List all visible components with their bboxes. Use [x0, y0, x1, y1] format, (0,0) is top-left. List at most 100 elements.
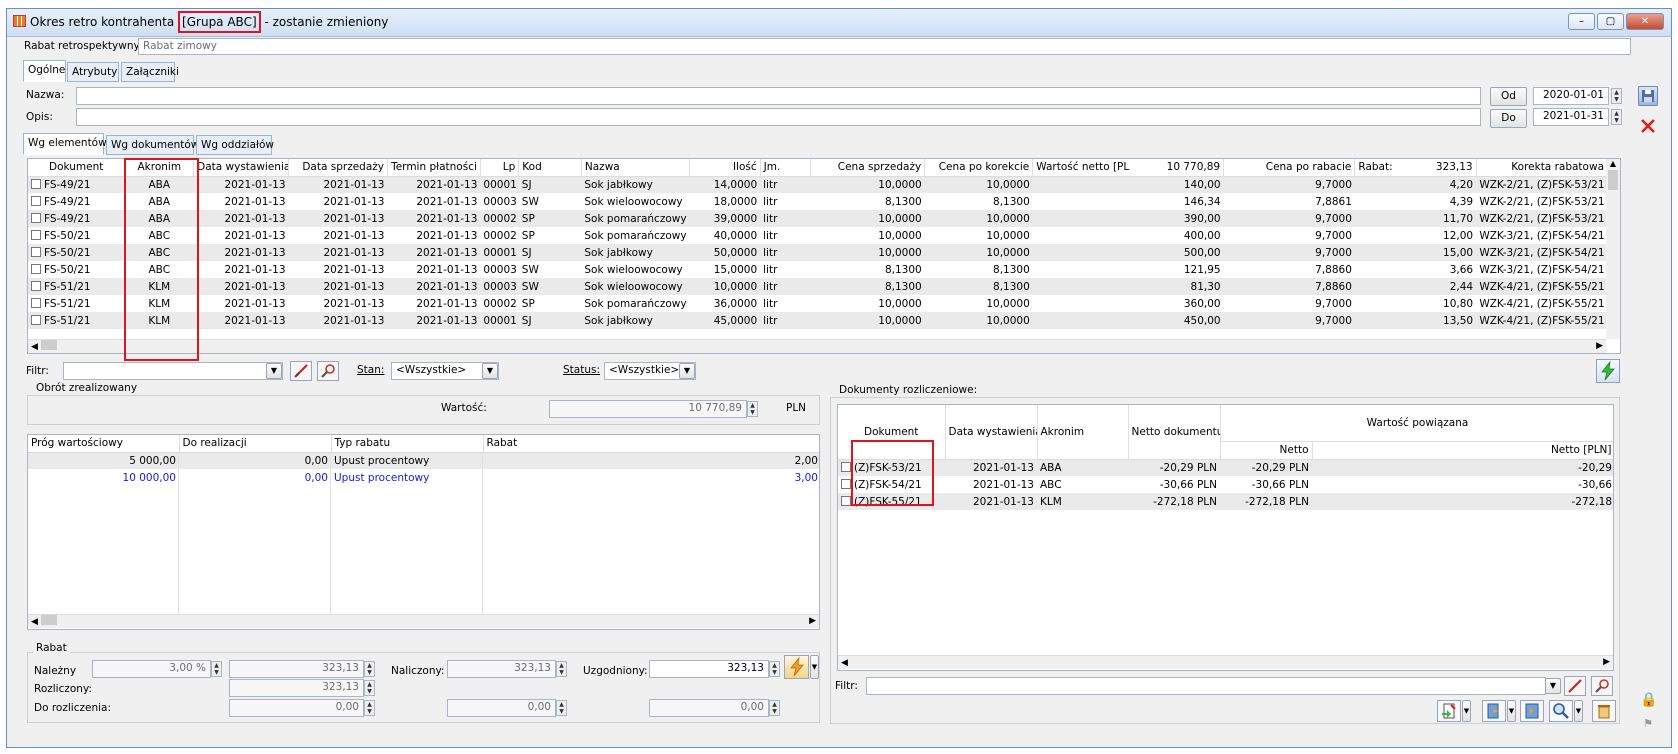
table-row[interactable]: 10 000,00 0,00 Upust procentowy 3,00 — [28, 469, 819, 486]
close-button[interactable]: ✕ — [1626, 13, 1664, 30]
row-checkbox[interactable] — [31, 246, 41, 257]
table-row[interactable]: FS-49/21 ABA 2021-01-13 2021-01-13 2021-01-1… — [28, 210, 1608, 227]
delete-x-icon[interactable] — [1638, 116, 1658, 136]
tab-atrybuty[interactable]: Atrybuty — [67, 62, 119, 82]
lightning-green-icon[interactable] — [1596, 359, 1620, 383]
naliczony-spinner[interactable]: ▲ ▼ — [556, 661, 567, 677]
magnifier-dropdown-icon[interactable]: ▼ — [1574, 700, 1583, 722]
table-row[interactable]: FS-49/21 ABA 2021-01-13 2021-01-13 2021-01-1… — [28, 193, 1608, 210]
scroll-thumb[interactable] — [1608, 170, 1618, 190]
col-rabat-pct[interactable]: Rabat — [483, 435, 819, 453]
progi-scroll-right-icon[interactable]: ▶ — [809, 616, 816, 626]
maximize-button[interactable]: ▢ — [1597, 13, 1624, 30]
table-row[interactable]: (Z)FSK-55/21 2021-01-13 KLM -272,18 PLN -272… — [838, 493, 1613, 510]
rozliczony-spinner[interactable]: ▲ ▼ — [364, 680, 375, 696]
table-row[interactable]: (Z)FSK-54/21 2021-01-13 ABC -30,66 PLN -30,6… — [838, 476, 1613, 493]
od-date-spinner[interactable]: ▲ ▼ — [1611, 88, 1622, 104]
col-nazwa[interactable]: Nazwa — [581, 159, 690, 177]
roz-filtr-input[interactable] — [866, 677, 1546, 695]
rozliczony-field[interactable]: 323,13 — [229, 679, 364, 697]
col-r-wartosc-powiazana[interactable]: Wartość powiązana — [1220, 405, 1613, 442]
col-cena-po-rabacie[interactable]: Cena po rabacie — [1223, 159, 1356, 177]
filter-builder-icon[interactable] — [317, 361, 339, 381]
scroll-left-icon[interactable]: ◀ — [28, 342, 38, 352]
col-do-realizacji[interactable]: Do realizacji — [179, 435, 332, 453]
progi-hscroll-thumb[interactable] — [41, 615, 58, 625]
filtr-dropdown-icon[interactable]: ▼ — [266, 363, 282, 379]
opis-input[interactable] — [76, 108, 1481, 126]
flag-icon[interactable]: ⚑ — [1640, 717, 1656, 733]
hscroll-thumb[interactable] — [41, 340, 58, 350]
col-data-wystawienia[interactable]: Data wystawienia — [193, 159, 290, 177]
col-data-sprzedazy[interactable]: Data sprzedaży — [288, 159, 388, 177]
elements-hscrollbar[interactable]: ◀ ▶ — [28, 339, 1606, 353]
enter-dropdown-icon[interactable]: ▼ — [1507, 700, 1516, 722]
uzgodniony-rest-field[interactable]: 0,00 — [649, 699, 769, 717]
table-row[interactable]: FS-49/21 ABA 2021-01-13 2021-01-13 2021-01-1… — [28, 176, 1608, 193]
col-r-netto[interactable]: Netto — [1220, 441, 1313, 460]
od-date-input[interactable]: 2020-01-01 — [1533, 87, 1609, 105]
table-row[interactable]: (Z)FSK-53/21 2021-01-13 ABA -20,29 PLN -20,2… — [838, 459, 1613, 476]
col-termin-platnosci[interactable]: Termin płatności — [387, 159, 481, 177]
lightning-orange-icon[interactable] — [784, 655, 809, 679]
row-checkbox[interactable] — [31, 178, 41, 189]
tab-wg-oddzialow[interactable]: Wg oddziałów — [196, 135, 274, 155]
filtr-input[interactable] — [63, 362, 283, 380]
save-icon[interactable] — [1638, 86, 1658, 106]
uzgodniony-rest-spinner[interactable]: ▲ ▼ — [769, 700, 780, 716]
tab-wg-elementow[interactable]: Wg elementów — [23, 133, 107, 155]
row-checkbox[interactable] — [841, 461, 851, 472]
row-checkbox[interactable] — [841, 478, 851, 489]
col-prog[interactable]: Próg wartościowy — [28, 435, 180, 453]
status-dropdown-icon[interactable]: ▼ — [679, 363, 695, 379]
col-wartosc-netto[interactable]: Wartość netto [PLN]: — [1032, 159, 1130, 177]
col-korekta-rabatowa[interactable]: Korekta rabatowa — [1476, 159, 1609, 177]
rabat-field[interactable]: Rabat zimowy — [138, 38, 1631, 55]
row-checkbox[interactable] — [31, 263, 41, 274]
nalezny-pct-field[interactable]: 3,00 % — [92, 660, 211, 678]
uzgodniony-field[interactable]: 323,13 — [649, 660, 769, 678]
scroll-right-icon[interactable]: ▶ — [1596, 341, 1603, 351]
magnifier-icon[interactable] — [1549, 700, 1573, 722]
col-kod[interactable]: Kod — [518, 159, 582, 177]
table-row[interactable]: FS-51/21 KLM 2021-01-13 2021-01-13 2021-01-1… — [28, 295, 1608, 312]
do-date-spinner[interactable]: ▲ ▼ — [1611, 109, 1622, 125]
table-row[interactable]: FS-50/21 ABC 2021-01-13 2021-01-13 2021-01-1… — [28, 227, 1608, 244]
nalezny-pct-spinner[interactable]: ▲ ▼ — [211, 661, 222, 677]
tab-ogolne[interactable]: Ogólne — [23, 60, 66, 82]
row-checkbox[interactable] — [31, 195, 41, 206]
col-typ-rabatu[interactable]: Typ rabatu — [331, 435, 484, 453]
roz-filtr-dropdown-icon[interactable]: ▼ — [1545, 678, 1561, 694]
stan-dropdown-icon[interactable]: ▼ — [482, 363, 498, 379]
do-date-input[interactable]: 2021-01-31 — [1533, 108, 1609, 126]
do-button[interactable]: Do — [1490, 109, 1527, 128]
col-cena-po-korekcie[interactable]: Cena po korekcie — [924, 159, 1034, 177]
col-r-netto-dokumentu[interactable]: Netto dokumentu — [1128, 405, 1221, 460]
table-row[interactable]: FS-51/21 KLM 2021-01-13 2021-01-13 2021-01-1… — [28, 278, 1608, 295]
roz-clear-filter-icon[interactable] — [1564, 676, 1586, 696]
naliczony-rest-field[interactable]: 0,00 — [447, 699, 556, 717]
lock-icon[interactable]: 🔒 — [1640, 692, 1657, 712]
row-checkbox[interactable] — [841, 495, 851, 506]
row-checkbox[interactable] — [31, 280, 41, 291]
row-checkbox[interactable] — [31, 314, 41, 325]
col-lp[interactable]: Lp — [480, 159, 520, 177]
tab-wg-dokumentow[interactable]: Wg dokumentów — [106, 135, 199, 155]
table-row[interactable]: FS-50/21 ABC 2021-01-13 2021-01-13 2021-01-1… — [28, 261, 1608, 278]
nazwa-input[interactable] — [76, 87, 1481, 105]
col-r-data-wystawienia[interactable]: Data wystawienia — [945, 405, 1038, 460]
roz-scroll-left-icon[interactable]: ◀ — [838, 658, 848, 668]
table-row[interactable]: FS-51/21 KLM 2021-01-13 2021-01-13 2021-01-1… — [28, 312, 1608, 329]
rozliczeniowe-hscrollbar[interactable]: ◀ ▶ — [838, 655, 1613, 669]
naliczony-rest-spinner[interactable]: ▲ ▼ — [556, 700, 567, 716]
row-checkbox[interactable] — [31, 229, 41, 240]
progi-scroll-left-icon[interactable]: ◀ — [28, 617, 38, 627]
do-rozliczenia-field[interactable]: 0,00 — [229, 699, 364, 717]
nalezny-value-field[interactable]: 323,13 — [229, 660, 364, 678]
col-r-netto-pln[interactable]: Netto [PLN] — [1312, 441, 1613, 460]
col-jm[interactable]: Jm. — [760, 159, 812, 177]
progi-hscrollbar[interactable]: ◀ ▶ — [28, 614, 819, 628]
link-document-icon[interactable] — [1520, 700, 1544, 722]
od-button[interactable]: Od — [1490, 87, 1527, 106]
tab-zalaczniki[interactable]: Załączniki — [121, 62, 179, 82]
